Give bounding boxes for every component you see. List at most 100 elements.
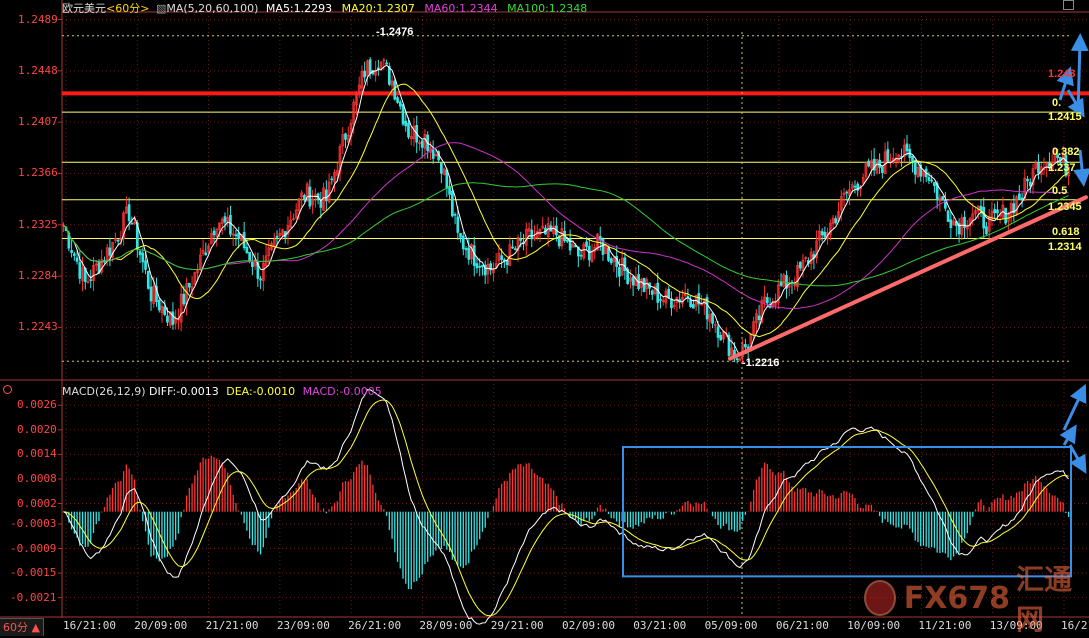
- candle-body: [78, 262, 82, 279]
- candle-body: [933, 182, 936, 187]
- candle-body: [941, 196, 944, 201]
- candle-body: [420, 140, 424, 148]
- time-tick-label: 03/21:00: [633, 619, 687, 632]
- time-tick-label: 06/21:00: [775, 619, 829, 632]
- fib-ratio-382: 0.382: [1052, 146, 1080, 158]
- candle-body: [204, 252, 208, 256]
- candle-body: [275, 236, 279, 238]
- candle-body: [75, 257, 79, 262]
- candle-body: [171, 311, 175, 325]
- time-tick-label: 10/09:00: [847, 619, 901, 632]
- moving-averages: [63, 64, 1069, 357]
- candle-body: [656, 282, 660, 303]
- macd-diff: DIFF:-0.0013: [149, 385, 219, 398]
- time-tick-label: 23/09:00: [276, 619, 330, 632]
- candle-body: [905, 143, 909, 152]
- macd-tick-label: 0.0002: [17, 496, 57, 510]
- collapse-panel-icon[interactable]: [3, 385, 12, 394]
- candle-body: [404, 120, 408, 127]
- candle-body: [324, 189, 328, 202]
- candle-body: [820, 231, 824, 236]
- ma100-value: MA100:1.2348: [507, 2, 588, 15]
- time-tick-label: 20/09:00: [134, 619, 188, 632]
- candle-body: [377, 67, 380, 70]
- candle-body: [440, 162, 443, 174]
- candle-body: [692, 304, 695, 309]
- candle-body: [144, 260, 147, 270]
- candle-body: [618, 267, 621, 277]
- window-close-icon[interactable]: [1063, 0, 1074, 10]
- chart-canvas[interactable]: [0, 0, 1089, 635]
- candle-body: [212, 230, 216, 236]
- candle-body: [478, 265, 482, 268]
- price-tick-label: 1.2243: [18, 320, 58, 334]
- candle-body: [757, 315, 761, 321]
- candle-body: [344, 133, 347, 140]
- candle-body: [500, 255, 503, 260]
- ma20-value: MA20:1.2307: [341, 2, 415, 15]
- candle-body: [141, 252, 145, 263]
- symbol-name: 欧元美元: [62, 2, 106, 15]
- candle-body: [585, 241, 588, 247]
- candle-body: [607, 247, 610, 261]
- price-tick-label: 1.2489: [18, 12, 58, 26]
- high-annotation: -1.2476: [376, 26, 414, 38]
- candle-body: [744, 344, 747, 348]
- fib-price-618: 1.2314: [1048, 241, 1082, 253]
- candle-body: [1017, 193, 1021, 200]
- candle-body: [330, 178, 334, 181]
- candle-body: [1004, 207, 1007, 224]
- time-tick-label: 26/21:00: [348, 619, 402, 632]
- candle-body: [845, 191, 849, 194]
- ma-indicator-icon: ▧: [155, 2, 167, 15]
- candle-body: [985, 226, 988, 235]
- time-tick-label: 29/21:00: [490, 619, 544, 632]
- candle-body: [89, 279, 93, 281]
- candle-body: [393, 80, 397, 100]
- time-tick-label: 16/21:00: [63, 619, 116, 632]
- down-to-support-arrow: [1073, 149, 1089, 187]
- candle-body: [472, 245, 476, 266]
- candle-body: [72, 253, 76, 256]
- period-selector-button[interactable]: 60分 ▲: [0, 618, 44, 636]
- macd-tick-label: 0.0008: [17, 471, 57, 485]
- candle-body: [1020, 197, 1024, 200]
- macd-up-arrow: [1062, 383, 1087, 431]
- fib-price-382: 1.237: [1048, 162, 1076, 174]
- macd-tick-label: -0.0021: [10, 590, 57, 604]
- candle-body: [303, 195, 306, 200]
- time-tick-label: 02/09:00: [562, 619, 615, 632]
- candle-body: [881, 166, 884, 173]
- candle-body: [659, 299, 662, 301]
- candle-body: [867, 160, 871, 167]
- candle-body: [1026, 178, 1029, 182]
- candle-body: [963, 216, 966, 228]
- candle-body: [398, 101, 402, 107]
- macd-turn-arrow: [1059, 424, 1077, 446]
- candle-body: [138, 251, 142, 256]
- candle-body: [70, 250, 73, 253]
- candle-body: [650, 290, 654, 295]
- candle-body: [456, 216, 460, 233]
- candle-body: [475, 263, 479, 269]
- candle-body: [234, 234, 238, 237]
- fib-ratio-0: 0.: [1052, 97, 1062, 109]
- candle-body: [779, 281, 783, 286]
- period-label: <60分>: [106, 2, 150, 15]
- macd-title: MACD(26,12,9): [62, 385, 146, 398]
- candle-body: [431, 148, 435, 159]
- candle-body: [949, 219, 953, 229]
- candle-body: [450, 190, 454, 217]
- price-tick-label: 1.2366: [18, 166, 58, 180]
- candle-body: [930, 179, 934, 182]
- candle-body: [716, 326, 720, 338]
- candle-body: [878, 159, 881, 168]
- candle-body: [467, 247, 471, 260]
- candle-body: [459, 233, 462, 238]
- candle-body: [996, 209, 999, 214]
- candle-body: [407, 123, 410, 138]
- time-tick-label: 05/09:00: [704, 619, 758, 632]
- candle-body: [481, 264, 484, 268]
- candle-body: [188, 282, 191, 288]
- macd-tick-label: -0.0003: [10, 516, 57, 530]
